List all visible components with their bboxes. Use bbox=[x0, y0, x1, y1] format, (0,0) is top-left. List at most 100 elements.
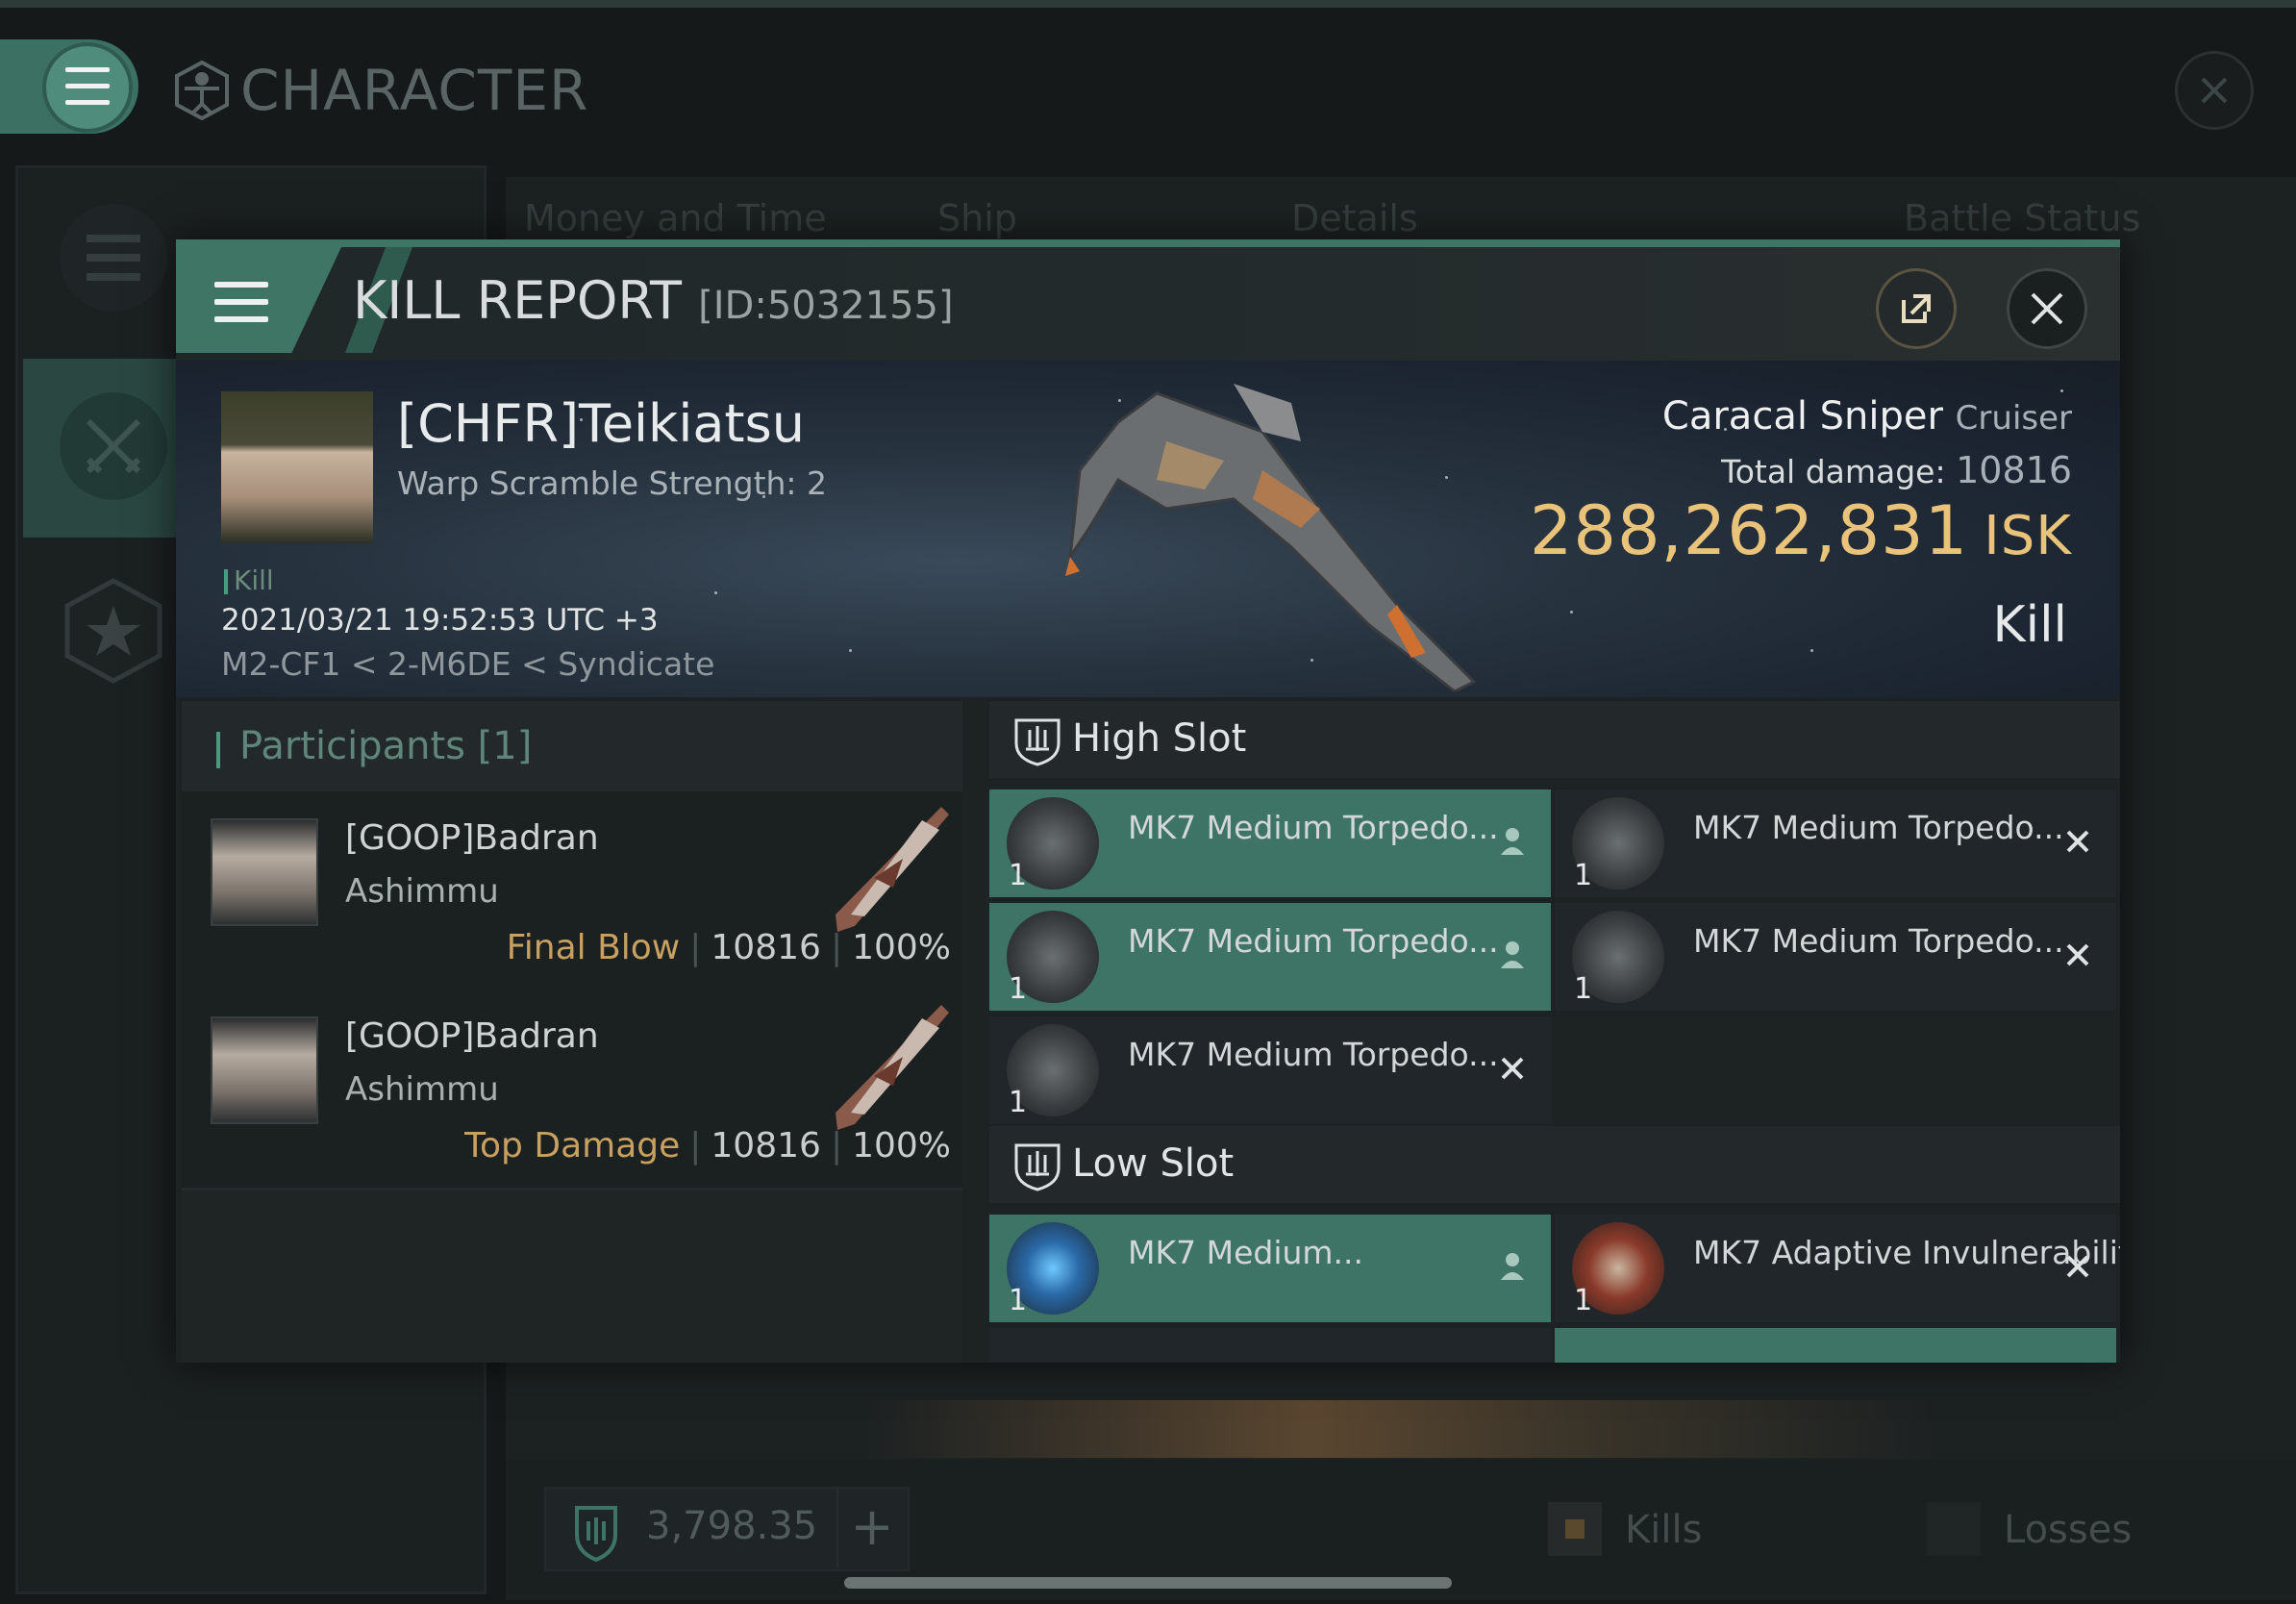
close-icon bbox=[2031, 292, 2063, 325]
participant-row[interactable]: [GOOP]Badran Ashimmu Final Blow | 10816 | 10… bbox=[182, 791, 962, 992]
external-link-icon bbox=[1902, 294, 1931, 323]
module-qty: 1 bbox=[1574, 972, 1593, 1006]
destroyed-icon bbox=[2060, 938, 2095, 972]
module-item[interactable]: MK7 Adaptive Invulnerabilit... 1 bbox=[1555, 1215, 2120, 1322]
participant-percent: 100% bbox=[852, 1126, 951, 1165]
tab-details[interactable]: Details bbox=[1291, 197, 1418, 239]
victim-name[interactable]: [CHFR]Teikiatsu bbox=[397, 393, 805, 454]
shield-icon bbox=[1014, 718, 1061, 766]
victim-ship-type: Caracal Sniper Cruiser bbox=[1662, 394, 2072, 439]
window-title-text: CHARACTER bbox=[240, 58, 589, 123]
isk-value: 288,262,831 ISK bbox=[1530, 491, 2072, 570]
high-slot-label: High Slot bbox=[1072, 716, 1247, 761]
module-item[interactable]: MK7 Medium Torpedo... 1 bbox=[989, 903, 1551, 1011]
isk-amount: 288,262,831 bbox=[1529, 491, 1969, 570]
victim-ship-name: Caracal Sniper bbox=[1661, 394, 1943, 439]
side-nav-star-button[interactable] bbox=[60, 577, 167, 685]
participants-header: Participants [1] bbox=[182, 701, 962, 791]
character-icon bbox=[175, 60, 229, 121]
module-item[interactable]: MK7 Medium Torpedo... 1 bbox=[989, 789, 1551, 897]
top-damage-tag: Top Damage bbox=[464, 1126, 681, 1165]
kill-timestamp: 2021/03/21 19:52:53 UTC +3 bbox=[221, 603, 659, 638]
side-nav-list-button[interactable] bbox=[60, 204, 167, 312]
module-qty: 1 bbox=[1009, 972, 1028, 1006]
total-damage: Total damage: 10816 bbox=[1721, 449, 2072, 491]
scrollbar[interactable] bbox=[844, 1577, 1452, 1589]
menu-icon bbox=[46, 46, 129, 129]
tab-money-and-time[interactable]: Money and Time bbox=[524, 197, 827, 239]
participant-name: [GOOP]Badran bbox=[345, 1016, 599, 1056]
result-label: Kill bbox=[1992, 596, 2067, 654]
module-item[interactable]: MK7 Medium... 1 bbox=[989, 1215, 1551, 1322]
kill-location: M2-CF1 < 2-M6DE < Syndicate bbox=[221, 645, 715, 683]
tab-ship[interactable]: Ship bbox=[937, 197, 1017, 239]
destroyed-icon bbox=[2060, 1249, 2095, 1284]
kill-report-modal: KILL REPORT [ID:5032155] [CHFR]Teikiatsu… bbox=[176, 239, 2120, 1363]
module-name: MK7 Medium Torpedo... bbox=[1128, 809, 1499, 846]
participant-ship: Ashimmu bbox=[345, 872, 499, 911]
warp-scramble: Warp Scramble Strength: 2 bbox=[397, 464, 828, 502]
module-name: MK7 Medium Torpedo... bbox=[1128, 1036, 1499, 1073]
avatar[interactable] bbox=[211, 1016, 318, 1124]
list-icon bbox=[87, 235, 140, 281]
avatar[interactable] bbox=[211, 818, 318, 926]
side-nav-combat-button[interactable] bbox=[60, 392, 167, 500]
destroyed-icon bbox=[2060, 824, 2095, 859]
module-qty: 1 bbox=[1574, 1284, 1593, 1317]
person-icon bbox=[1495, 1249, 1530, 1284]
module-qty: 1 bbox=[1009, 1284, 1028, 1317]
crossed-swords-icon bbox=[86, 418, 141, 474]
victim-ship-class: Cruiser bbox=[1955, 399, 2072, 438]
participant-ship: Ashimmu bbox=[345, 1070, 499, 1109]
person-icon bbox=[1495, 824, 1530, 859]
window-title: CHARACTER bbox=[171, 54, 588, 127]
person-icon bbox=[1495, 938, 1530, 972]
background-ship-strip bbox=[506, 1400, 2296, 1458]
kill-tag-text: Kill bbox=[234, 564, 274, 596]
participant-damage: 10816 bbox=[711, 1126, 821, 1165]
kill-tag: Kill bbox=[224, 564, 274, 596]
module-item[interactable]: MK7 Medium Torpedo... 1 bbox=[989, 1016, 1551, 1124]
modal-close-button[interactable] bbox=[2007, 268, 2087, 349]
participant-ship-image bbox=[836, 807, 949, 932]
participant-name: [GOOP]Badran bbox=[345, 818, 599, 858]
module-item-partial[interactable] bbox=[989, 1328, 1551, 1363]
main-menu-button[interactable] bbox=[0, 39, 138, 134]
module-item[interactable]: MK7 Medium Torpedo... 1 bbox=[1555, 903, 2116, 1011]
top-strip bbox=[0, 0, 2296, 8]
participant-percent: 100% bbox=[852, 928, 951, 967]
participant-damage: 10816 bbox=[711, 928, 821, 967]
tab-battle-status[interactable]: Battle Status bbox=[1904, 197, 2140, 239]
module-item-partial[interactable] bbox=[1555, 1328, 2116, 1363]
high-slot-header: High Slot bbox=[989, 701, 2120, 778]
window-close-button[interactable] bbox=[2175, 51, 2254, 130]
kills-checkbox[interactable] bbox=[1548, 1502, 1602, 1556]
participant-row[interactable]: [GOOP]Badran Ashimmu Top Damage | 10816 | 10… bbox=[182, 990, 962, 1190]
module-name: MK7 Medium Torpedo... bbox=[1693, 922, 2064, 960]
kills-label: Kills bbox=[1625, 1508, 1703, 1552]
module-qty: 1 bbox=[1009, 859, 1028, 892]
share-button[interactable] bbox=[1876, 268, 1957, 349]
participant-ship-image bbox=[836, 1005, 949, 1130]
losses-checkbox[interactable] bbox=[1927, 1502, 1981, 1556]
victim-ship-image bbox=[1065, 384, 1477, 691]
low-slot-label: Low Slot bbox=[1072, 1141, 1235, 1186]
victim-banner: [CHFR]Teikiatsu Warp Scramble Strength: … bbox=[176, 361, 2120, 697]
module-qty: 1 bbox=[1574, 859, 1593, 892]
isk-balance: 3,798.35 bbox=[646, 1504, 818, 1548]
add-isk-button[interactable]: + bbox=[836, 1487, 906, 1567]
modal-title: KILL REPORT [ID:5032155] bbox=[353, 270, 954, 331]
module-item[interactable]: MK7 Medium Torpedo... 1 bbox=[1555, 789, 2116, 897]
final-blow-tag: Final Blow bbox=[506, 928, 681, 967]
module-name: MK7 Medium... bbox=[1128, 1234, 1364, 1271]
shield-icon bbox=[575, 1506, 617, 1563]
participants-title: Participants [1] bbox=[239, 724, 533, 768]
close-icon bbox=[2201, 77, 2228, 104]
module-name: MK7 Medium Torpedo... bbox=[1128, 922, 1499, 960]
modal-title-text: KILL REPORT bbox=[353, 270, 682, 331]
participant-stats: Final Blow | 10816 | 100% bbox=[506, 928, 951, 967]
participant-stats: Top Damage | 10816 | 100% bbox=[464, 1126, 951, 1165]
isk-unit: ISK bbox=[1984, 505, 2072, 567]
kill-id: [ID:5032155] bbox=[698, 284, 954, 328]
victim-portrait[interactable] bbox=[221, 391, 373, 543]
